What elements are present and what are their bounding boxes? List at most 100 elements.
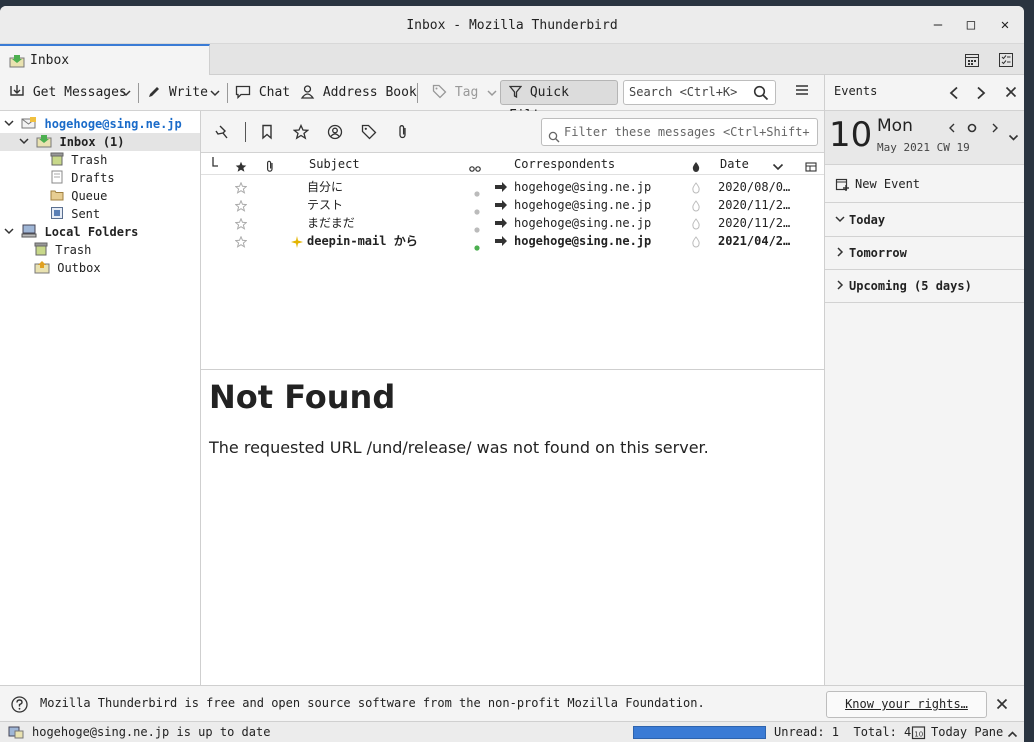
drafts-icon bbox=[51, 170, 63, 184]
junk-column-icon[interactable] bbox=[691, 158, 701, 180]
filter-messages-input[interactable]: Filter these messages <Ctrl+Shift+ bbox=[541, 118, 818, 146]
tag-button[interactable]: Tag bbox=[432, 83, 498, 103]
trash-icon bbox=[50, 152, 64, 166]
tab-label: Inbox bbox=[30, 53, 70, 68]
date-display: 10 Mon May 2021 CW 19 bbox=[825, 111, 1024, 165]
message-date: 2020/11/2… bbox=[718, 198, 791, 212]
mini-next-icon[interactable] bbox=[991, 122, 999, 136]
today-pane-title: Events bbox=[834, 84, 878, 98]
message-correspondent: hogehoge@sing.ne.jp bbox=[514, 216, 652, 230]
online-status-icon[interactable] bbox=[8, 725, 24, 742]
chevron-down-icon[interactable] bbox=[1008, 132, 1019, 146]
folder-trash[interactable]: Trash bbox=[50, 151, 107, 169]
write-dropdown[interactable] bbox=[209, 83, 221, 103]
contact-filter-icon[interactable] bbox=[327, 124, 343, 143]
write-button[interactable]: Write bbox=[147, 83, 208, 103]
star-column-icon[interactable] bbox=[235, 158, 247, 180]
attachment-filter-icon[interactable] bbox=[397, 124, 409, 143]
chevron-down-icon bbox=[835, 216, 845, 223]
today-pane: Events 10 Mon May 2021 CW 19 New Event T… bbox=[824, 75, 1024, 685]
sort-chevron-down-icon[interactable] bbox=[772, 158, 784, 180]
message-row[interactable]: deepin-mail から hogehoge@sing.ne.jp 2021/04… bbox=[201, 232, 824, 253]
tab-inbox[interactable]: Inbox bbox=[0, 44, 210, 75]
folder-icon bbox=[50, 190, 64, 201]
date-column[interactable]: Date bbox=[720, 153, 749, 175]
folder-outbox[interactable]: Outbox bbox=[34, 259, 101, 277]
chevron-down-icon bbox=[487, 90, 497, 97]
thread-column-icon[interactable] bbox=[210, 153, 220, 175]
subject-column[interactable]: Subject bbox=[309, 153, 360, 175]
read-status-dot[interactable] bbox=[474, 238, 480, 256]
chevron-up-icon[interactable] bbox=[1007, 726, 1018, 742]
search-input[interactable]: Search <Ctrl+K> bbox=[623, 80, 776, 105]
attachment-column-icon[interactable] bbox=[265, 158, 275, 180]
folder-drafts[interactable]: Drafts bbox=[50, 169, 115, 187]
notification-message: Mozilla Thunderbird is free and open sou… bbox=[40, 696, 705, 710]
address-book-button[interactable]: Address Book bbox=[300, 83, 417, 103]
computer-icon bbox=[21, 224, 37, 238]
help-icon bbox=[11, 696, 28, 716]
sent-icon bbox=[51, 207, 63, 219]
starred-filter-icon[interactable] bbox=[292, 123, 310, 143]
maximize-button[interactable]: □ bbox=[962, 16, 980, 34]
message-row[interactable]: 自分に hogehoge@sing.ne.jp 2020/08/0… bbox=[201, 178, 824, 197]
filter-icon bbox=[508, 85, 523, 99]
tag-icon bbox=[432, 84, 447, 99]
unread-filter-icon[interactable] bbox=[260, 124, 274, 143]
quick-filter-button[interactable]: Quick Filter bbox=[500, 80, 618, 123]
section-upcoming[interactable]: Upcoming (5 days) bbox=[825, 270, 1024, 303]
section-tomorrow[interactable]: Tomorrow bbox=[825, 237, 1024, 270]
app-menu-button[interactable] bbox=[794, 82, 810, 102]
folder-account[interactable]: hogehoge@sing.ne.jp bbox=[4, 115, 182, 133]
new-event-button[interactable]: New Event bbox=[825, 165, 1024, 203]
star-icon[interactable] bbox=[234, 235, 248, 253]
message-correspondent: hogehoge@sing.ne.jp bbox=[514, 234, 652, 248]
previous-day-icon[interactable] bbox=[948, 86, 960, 103]
correspondents-column[interactable]: Correspondents bbox=[514, 153, 615, 175]
mini-today-icon[interactable] bbox=[967, 122, 977, 136]
new-message-icon bbox=[291, 235, 303, 253]
chat-icon bbox=[235, 85, 251, 100]
folder-local-trash[interactable]: Trash bbox=[34, 241, 91, 259]
know-your-rights-button[interactable]: Know your rights… bbox=[826, 691, 987, 718]
junk-status-icon[interactable] bbox=[691, 235, 701, 253]
column-picker-icon[interactable] bbox=[805, 158, 817, 180]
message-subject: 自分に bbox=[307, 180, 344, 194]
chevron-down-icon bbox=[210, 90, 220, 97]
today-pane-toggle[interactable]: Today Pane bbox=[931, 722, 1003, 742]
close-icon[interactable] bbox=[996, 698, 1008, 713]
folder-inbox[interactable]: Inbox (1) bbox=[19, 133, 125, 151]
sticky-filter-icon[interactable] bbox=[214, 124, 230, 143]
message-date: 2020/11/2… bbox=[718, 216, 791, 230]
close-icon[interactable] bbox=[1005, 86, 1017, 101]
toolbar-separator bbox=[227, 83, 228, 103]
get-messages-button[interactable]: Get Messages bbox=[9, 83, 127, 103]
new-event-icon bbox=[835, 177, 850, 195]
message-subject: テスト bbox=[307, 198, 344, 212]
status-bar: hogehoge@sing.ne.jp is up to date Unread… bbox=[0, 721, 1024, 742]
folder-local-folders[interactable]: Local Folders bbox=[4, 223, 138, 241]
message-subject: まだまだ bbox=[307, 216, 355, 230]
download-icon bbox=[10, 85, 24, 96]
message-correspondent: hogehoge@sing.ne.jp bbox=[514, 198, 652, 212]
inbox-icon bbox=[9, 54, 25, 71]
get-messages-dropdown[interactable] bbox=[120, 83, 132, 103]
chevron-down-icon bbox=[19, 138, 29, 145]
search-icon bbox=[548, 126, 560, 145]
tag-filter-icon[interactable] bbox=[361, 124, 377, 143]
message-row[interactable]: まだまだ hogehoge@sing.ne.jp 2020/11/2… bbox=[201, 214, 824, 233]
folder-sent[interactable]: Sent bbox=[50, 205, 100, 223]
message-row[interactable]: テスト hogehoge@sing.ne.jp 2020/11/2… bbox=[201, 196, 824, 215]
calendar-tab-icon[interactable] bbox=[964, 52, 980, 71]
minimize-button[interactable]: — bbox=[929, 16, 947, 34]
close-window-button[interactable]: ✕ bbox=[996, 16, 1014, 34]
tasks-tab-icon[interactable] bbox=[998, 52, 1014, 71]
chat-button[interactable]: Chat bbox=[235, 83, 290, 103]
next-day-icon[interactable] bbox=[975, 86, 987, 103]
hamburger-icon bbox=[796, 85, 808, 95]
mini-previous-icon[interactable] bbox=[948, 122, 956, 136]
folder-queue[interactable]: Queue bbox=[50, 187, 107, 205]
month-week: May 2021 CW 19 bbox=[877, 141, 970, 154]
window-title: Inbox - Mozilla Thunderbird bbox=[406, 18, 618, 33]
section-today[interactable]: Today bbox=[825, 204, 1024, 237]
